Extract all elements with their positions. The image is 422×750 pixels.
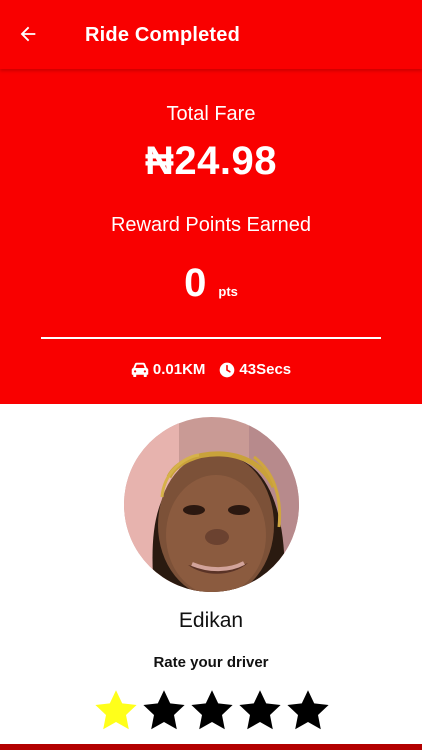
app-bar: Ride Completed <box>0 0 422 69</box>
reward-points-unit: pts <box>218 284 238 299</box>
divider <box>41 337 381 339</box>
clock-icon <box>220 362 235 377</box>
distance-stat: 0.01KM <box>131 361 206 378</box>
reward-points-label: Reward Points Earned <box>110 214 312 236</box>
duration-value: 43Secs <box>239 361 292 378</box>
page-title: Ride Completed <box>85 24 241 46</box>
rate-driver-label: Rate your driver <box>153 654 269 671</box>
driver-avatar <box>124 417 299 592</box>
total-fare-value: ₦24.98 <box>145 139 277 183</box>
star-icon-1[interactable] <box>92 687 140 735</box>
reward-points-row: 0 pts <box>0 261 422 306</box>
star-icon-3[interactable] <box>188 687 236 735</box>
rating-stars <box>92 687 332 735</box>
back-button[interactable] <box>12 18 44 50</box>
ride-stats: 0.01KM 43Secs <box>0 361 422 378</box>
arrow-left-icon <box>20 26 36 42</box>
star-icon-4[interactable] <box>236 687 284 735</box>
distance-value: 0.01KM <box>152 361 206 378</box>
driver-name: Edikan <box>178 609 244 632</box>
star-icon-5[interactable] <box>284 687 332 735</box>
ride-summary-panel: Total Fare ₦24.98 Reward Points Earned 0… <box>0 69 422 404</box>
total-fare-label: Total Fare <box>166 103 256 125</box>
bottom-bar <box>0 744 422 750</box>
duration-stat: 43Secs <box>219 361 291 378</box>
reward-points-value: 0 <box>184 261 207 305</box>
car-icon <box>131 362 149 377</box>
star-icon-2[interactable] <box>140 687 188 735</box>
